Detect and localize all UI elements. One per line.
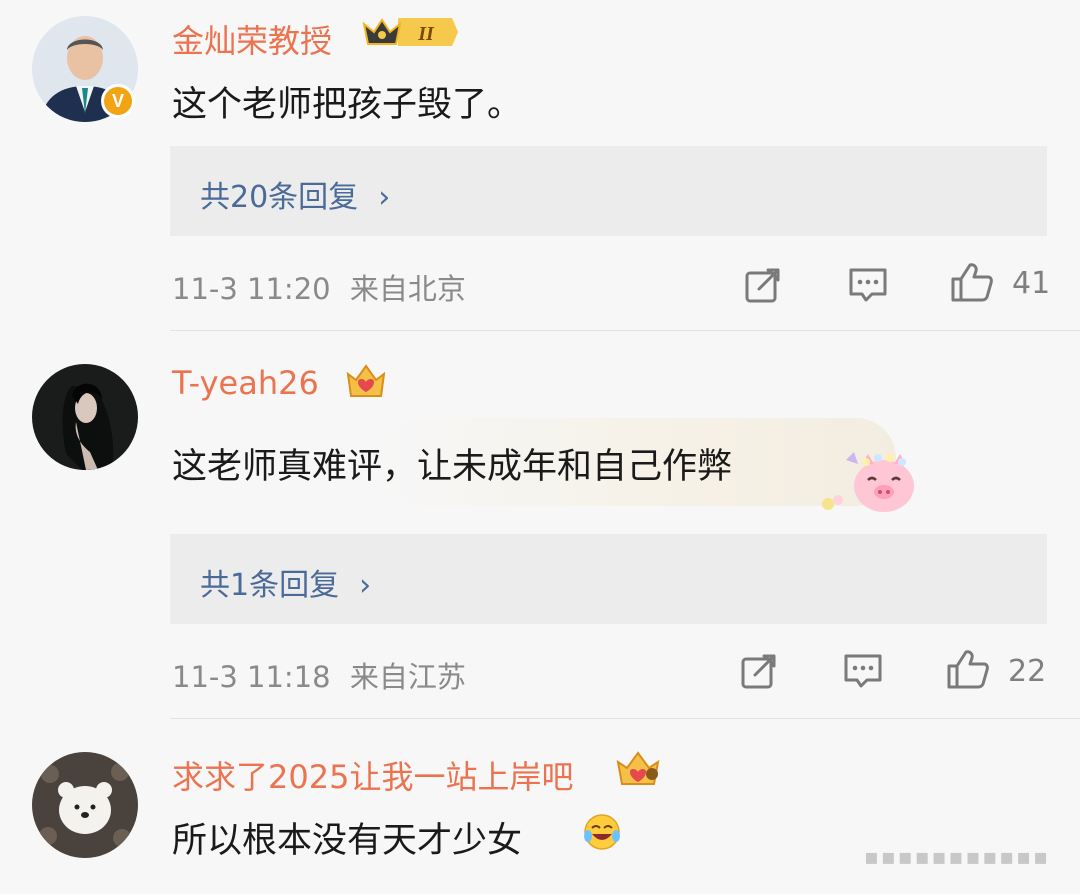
avatar[interactable] xyxy=(32,752,138,858)
avatar-image xyxy=(32,752,138,858)
scrollbar-hint: ▪▪▪▪▪▪▪▪▪▪▪ xyxy=(863,845,1050,870)
username[interactable]: 求求了2025让我一站上岸吧 xyxy=(172,752,573,798)
comment-item-3: 求求了2025让我一站上岸吧 所以根本没有天才少女 xyxy=(0,0,1080,894)
comment-text: 所以根本没有天才少女 xyxy=(172,821,523,861)
laugh-cry-emoji-icon xyxy=(584,814,620,850)
crown-level-badge-icon xyxy=(616,751,660,785)
